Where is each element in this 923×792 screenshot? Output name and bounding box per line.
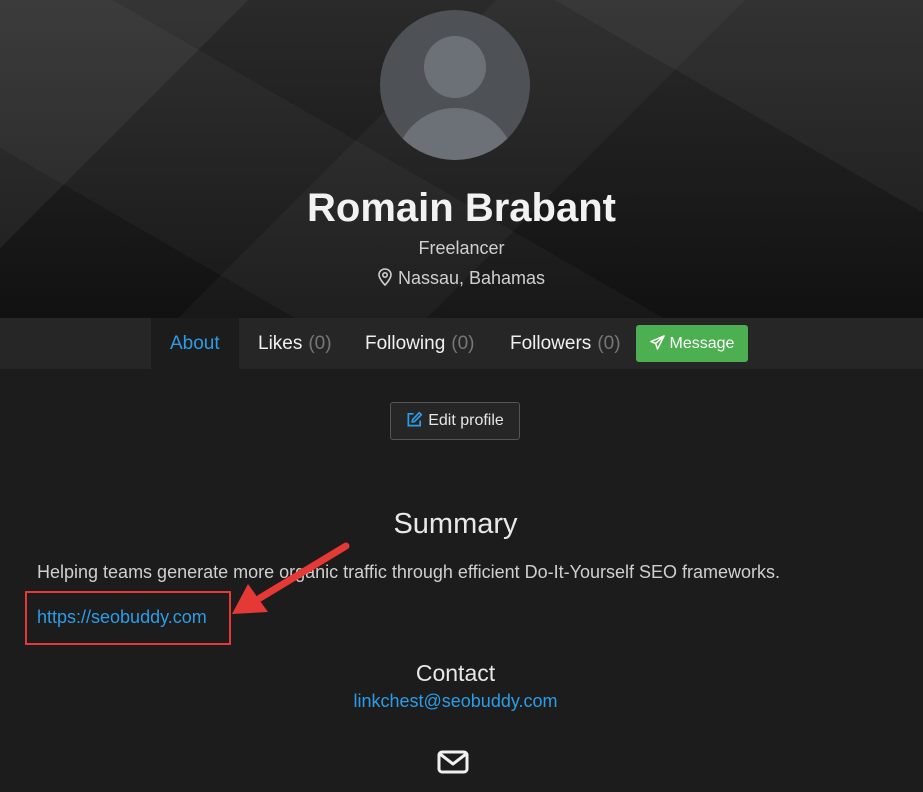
tab-likes-count: (0) bbox=[308, 333, 332, 354]
summary-heading: Summary bbox=[393, 508, 518, 540]
message-button[interactable]: Message bbox=[636, 325, 748, 362]
profile-header: Romain Brabant Freelancer Nassau, Bahama… bbox=[0, 0, 923, 318]
edit-icon bbox=[407, 411, 423, 427]
tab-followers-label: Followers bbox=[510, 333, 592, 354]
summary-text: Helping teams generate more organic traf… bbox=[37, 562, 781, 582]
annotation-highlight-box bbox=[25, 591, 231, 645]
tab-followers-count: (0) bbox=[597, 333, 621, 354]
contact-email-link[interactable]: linkchest@seobuddy.com bbox=[0, 691, 911, 712]
message-button-label: Message bbox=[669, 335, 735, 352]
envelope-icon[interactable] bbox=[437, 750, 469, 774]
tab-followers[interactable]: Followers (0) bbox=[510, 318, 621, 369]
tab-about[interactable]: About bbox=[151, 318, 239, 369]
edit-profile-label: Edit profile bbox=[428, 412, 504, 429]
avatar-head bbox=[424, 36, 486, 98]
tab-following-count: (0) bbox=[451, 333, 475, 354]
contact-heading: Contact bbox=[415, 660, 496, 686]
tab-following-label: Following bbox=[365, 333, 446, 354]
profile-name: Romain Brabant bbox=[307, 186, 616, 230]
profile-role: Freelancer bbox=[418, 238, 505, 258]
location-text: Nassau, Bahamas bbox=[397, 268, 546, 288]
profile-location: Nassau, Bahamas bbox=[0, 268, 923, 289]
tab-following[interactable]: Following (0) bbox=[365, 318, 475, 369]
map-pin-icon bbox=[378, 268, 392, 287]
annotation-arrow-icon bbox=[232, 542, 350, 614]
edit-profile-button[interactable]: Edit profile bbox=[390, 402, 520, 440]
avatar bbox=[380, 10, 530, 160]
tab-about-label: About bbox=[170, 333, 220, 354]
profile-tabs: About Likes (0) Following (0) Followers (0) bbox=[0, 318, 923, 369]
tab-likes[interactable]: Likes (0) bbox=[258, 318, 332, 369]
avatar-body bbox=[395, 108, 515, 160]
paper-plane-icon bbox=[649, 335, 665, 350]
tab-likes-label: Likes bbox=[258, 333, 303, 354]
